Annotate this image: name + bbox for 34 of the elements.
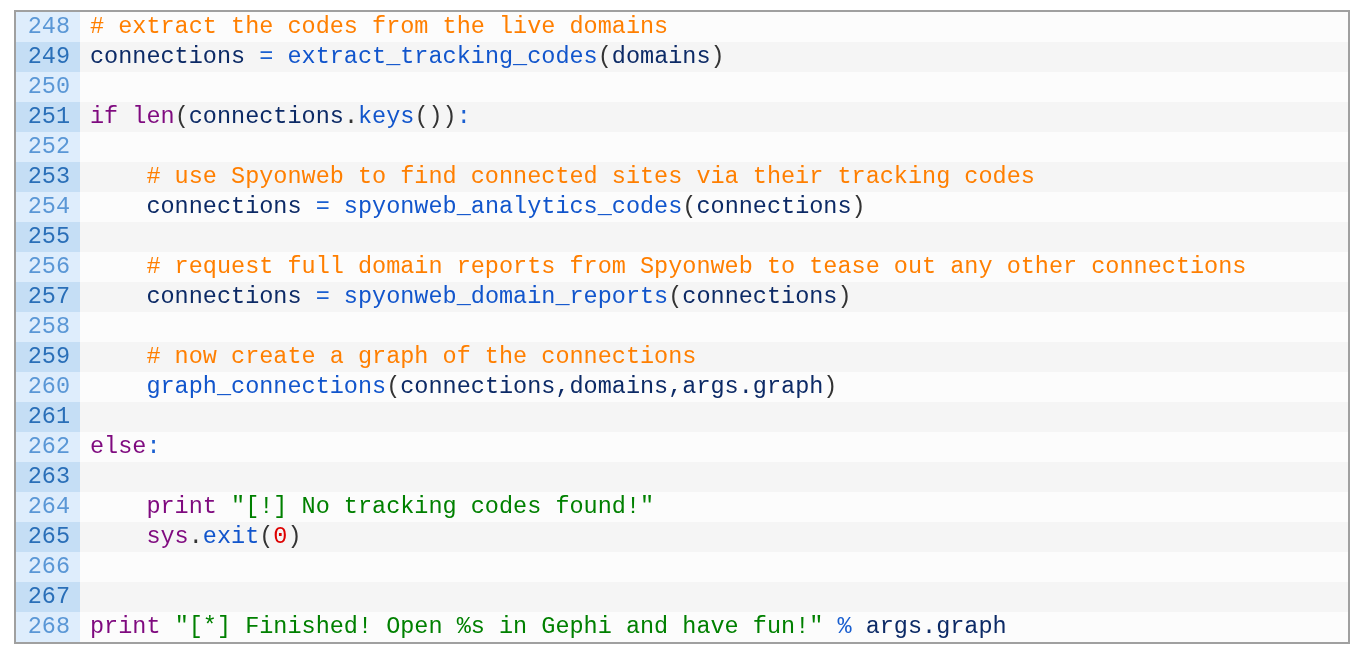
line-number: 257 (16, 282, 80, 312)
line-number: 253 (16, 162, 80, 192)
code-line: # now create a graph of the connections (145, 342, 697, 372)
line-number: 259 (16, 342, 80, 372)
line-number: 262 (16, 432, 80, 462)
line-number: 254 (16, 192, 80, 222)
line-number: 256 (16, 252, 80, 282)
line-number: 260 (16, 372, 80, 402)
code-line: sys.exit(0) (145, 522, 302, 552)
line-number: 268 (16, 612, 80, 642)
line-number: 250 (16, 72, 80, 102)
line-number: 255 (16, 222, 80, 252)
line-number: 263 (16, 462, 80, 492)
code-line: # request full domain reports from Spyonweb to tease out any other connections (145, 252, 1247, 282)
line-number: 249 (16, 42, 80, 72)
code-line: connections = spyonweb_analytics_codes(connections) (145, 192, 866, 222)
line-number: 248 (16, 12, 80, 42)
code-line: connections = extract_tracking_codes(domains) (89, 42, 725, 72)
line-number: 267 (16, 582, 80, 612)
line-number: 261 (16, 402, 80, 432)
code-line: graph_connections(connections,domains,args.graph) (145, 372, 838, 402)
code-line: print "[*] Finished! Open %s in Gephi and have fun!" % args.graph (89, 612, 1007, 642)
line-number: 265 (16, 522, 80, 552)
code-line: # use Spyonweb to find connected sites via their tracking codes (145, 162, 1035, 192)
line-number: 264 (16, 492, 80, 522)
line-number: 252 (16, 132, 80, 162)
code-line: connections = spyonweb_domain_reports(connections) (145, 282, 852, 312)
line-number: 266 (16, 552, 80, 582)
code-line: else: (89, 432, 161, 462)
code-line: # extract the codes from the live domains (89, 12, 669, 42)
code-line: print "[!] No tracking codes found!" (145, 492, 655, 522)
code-line: if len(connections.keys()): (89, 102, 471, 132)
line-number: 258 (16, 312, 80, 342)
line-number: 251 (16, 102, 80, 132)
